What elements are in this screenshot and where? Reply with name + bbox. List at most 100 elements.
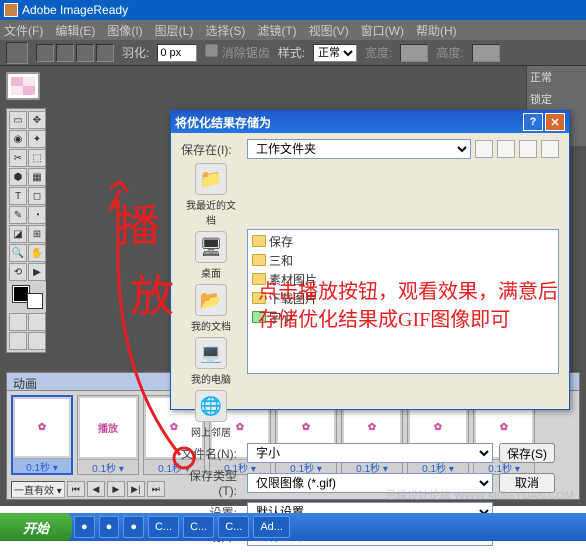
menu-help[interactable]: 帮助(H)	[416, 22, 457, 39]
add-selection-icon[interactable]	[56, 44, 74, 62]
slice-tool[interactable]: ✂	[9, 149, 27, 167]
wand-tool[interactable]: ✦	[28, 130, 46, 148]
taskbar-item[interactable]: ●	[74, 516, 95, 538]
marquee-tool-icon[interactable]	[6, 42, 28, 64]
menu-window[interactable]: 窗口(W)	[361, 22, 404, 39]
documents-icon: 📂	[195, 284, 227, 316]
mode-1[interactable]	[9, 313, 27, 331]
width-input	[400, 44, 428, 62]
place-desktop[interactable]: 🖥桌面	[183, 231, 239, 280]
prev-frame-button[interactable]: ◀	[87, 481, 105, 497]
slice-select-tool[interactable]: ▦	[28, 168, 46, 186]
menu-edit[interactable]: 编辑(E)	[55, 22, 95, 39]
menu-file[interactable]: 文件(F)	[4, 22, 43, 39]
app-title: Adobe ImageReady	[22, 3, 128, 17]
frame-delay[interactable]: 0.1秒 ▾	[13, 458, 71, 473]
taskbar-item[interactable]: C...	[148, 516, 179, 538]
width-label: 宽度:	[365, 44, 392, 61]
mode-4[interactable]	[28, 332, 46, 350]
height-input	[472, 44, 500, 62]
first-frame-button[interactable]: ⏮	[67, 481, 85, 497]
watermark: 思缘设计论坛 WWW.MISSYUAN.COM	[385, 487, 574, 503]
next-frame-button[interactable]: ▶|	[127, 481, 145, 497]
folder-icon	[252, 254, 266, 266]
folder-item[interactable]: 下载图片	[252, 289, 554, 308]
lasso-tool[interactable]: ◉	[9, 130, 27, 148]
eraser-tool[interactable]: ◪	[9, 225, 27, 243]
folder-icon	[252, 292, 266, 304]
taskbar-item[interactable]: C...	[218, 516, 249, 538]
hand-tool[interactable]: ✋	[28, 244, 46, 262]
dialog-titlebar[interactable]: 将优化结果存储为 ? ✕	[171, 111, 569, 133]
toggle-tool[interactable]: ⟲	[9, 263, 27, 281]
shape-tool[interactable]: ◻	[28, 187, 46, 205]
frame-thumbnail: ✿	[15, 399, 69, 456]
eyedropper-tool[interactable]: ✎	[9, 206, 27, 224]
file-list[interactable]: 保存 三和 素材图片 下载图片 字小	[247, 229, 559, 374]
animation-frame[interactable]: ✿ 0.1秒 ▾	[11, 395, 73, 475]
zoom-tool[interactable]: 🔍	[9, 244, 27, 262]
lock-label: 锁定	[530, 91, 583, 107]
feather-input[interactable]	[157, 44, 197, 62]
folder-icon	[252, 235, 266, 247]
folder-item[interactable]: 保存	[252, 232, 554, 251]
color-swatches[interactable]	[9, 282, 46, 312]
menu-filter[interactable]: 滤镜(T)	[257, 22, 296, 39]
menu-select[interactable]: 选择(S)	[205, 22, 245, 39]
mode-2[interactable]	[28, 313, 46, 331]
crop-tool[interactable]: ⬚	[28, 149, 46, 167]
menu-view[interactable]: 视图(V)	[309, 22, 349, 39]
preview-tool[interactable]: ▶	[28, 263, 46, 281]
loop-select[interactable]: 一直有效 ▾	[11, 481, 65, 498]
play-button[interactable]: ▶	[107, 481, 125, 497]
taskbar-item[interactable]: C...	[183, 516, 214, 538]
menu-layer[interactable]: 图层(L)	[155, 22, 194, 39]
menu-image[interactable]: 图像(I)	[107, 22, 142, 39]
marquee-tool[interactable]: ▭	[9, 111, 27, 129]
up-icon[interactable]	[497, 140, 515, 158]
frame-thumbnail: 播放	[80, 398, 136, 457]
taskbar: 开始 ● ● ● C... C... C... Ad...	[0, 513, 586, 541]
toolbox: ▭ ✥ ◉ ✦ ✂ ⬚ ⬢ ▦ T ◻ ✎ ◔ ◪ ⊞ 🔍 ✋ ⟲ ▶	[6, 108, 46, 353]
move-tool[interactable]: ✥	[28, 111, 46, 129]
gif-icon	[252, 311, 266, 323]
background-color[interactable]	[27, 293, 43, 309]
computer-icon: 💻	[195, 337, 227, 369]
animation-frame[interactable]: 播放 0.1秒 ▾	[77, 395, 139, 475]
taskbar-item[interactable]: ●	[99, 516, 120, 538]
new-selection-icon[interactable]	[36, 44, 54, 62]
last-frame-button[interactable]: ⏭	[147, 481, 165, 497]
map-tool[interactable]: ⬢	[9, 168, 27, 186]
place-computer[interactable]: 💻我的电脑	[183, 337, 239, 386]
taskbar-item[interactable]: ●	[123, 516, 144, 538]
taskbar-item[interactable]: Ad...	[253, 516, 290, 538]
place-recent[interactable]: 📁我最近的文档	[183, 163, 239, 227]
frame-delay[interactable]: 0.1秒 ▾	[78, 459, 138, 474]
start-button[interactable]: 开始	[0, 513, 72, 541]
close-button[interactable]: ✕	[545, 113, 565, 131]
paint-tool[interactable]: ◔	[28, 206, 46, 224]
folder-item[interactable]: 三和	[252, 251, 554, 270]
back-icon[interactable]	[475, 140, 493, 158]
titlebar: Adobe ImageReady	[0, 0, 586, 20]
filename-input[interactable]: 字小	[247, 443, 493, 463]
file-item[interactable]: 字小	[252, 308, 554, 327]
save-in-combo[interactable]: 工作文件夹	[247, 139, 471, 159]
style-select[interactable]: 正常	[313, 44, 357, 62]
help-button[interactable]: ?	[523, 113, 543, 131]
folder-item[interactable]: 素材图片	[252, 270, 554, 289]
document-thumbnail[interactable]	[6, 72, 40, 100]
subtract-selection-icon[interactable]	[76, 44, 94, 62]
mode-3[interactable]	[9, 332, 27, 350]
new-folder-icon[interactable]	[519, 140, 537, 158]
save-button[interactable]: 保存(S)	[499, 443, 555, 463]
type-tool[interactable]: T	[9, 187, 27, 205]
place-documents[interactable]: 📂我的文档	[183, 284, 239, 333]
save-dialog: 将优化结果存储为 ? ✕ 保存在(I): 工作文件夹 📁我最近的文档 🖥桌面 📂…	[170, 110, 570, 410]
height-label: 高度:	[436, 44, 463, 61]
place-network[interactable]: 🌐网上邻居	[183, 390, 239, 439]
intersect-selection-icon[interactable]	[96, 44, 114, 62]
view-icon[interactable]	[541, 140, 559, 158]
blend-mode[interactable]: 正常	[530, 69, 583, 85]
tab-tool[interactable]: ⊞	[28, 225, 46, 243]
